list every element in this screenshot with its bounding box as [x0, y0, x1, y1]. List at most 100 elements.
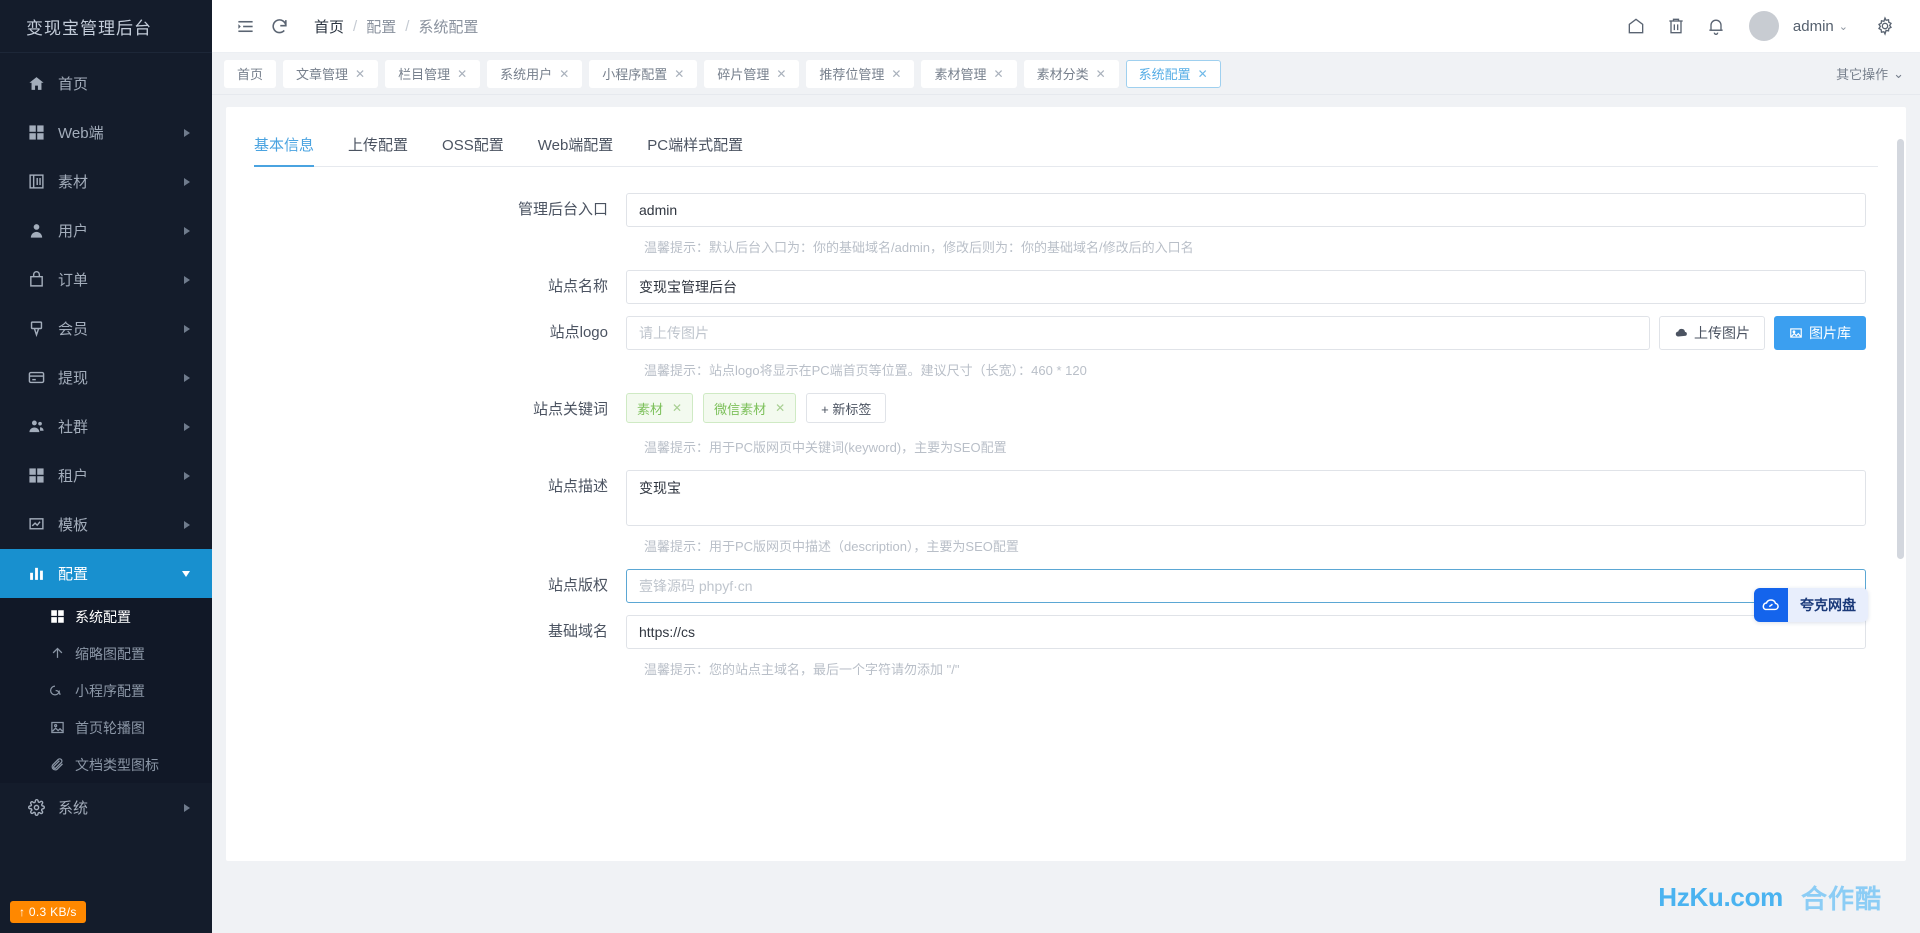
close-icon[interactable]: ✕ [674, 67, 684, 81]
tab-upload-config[interactable]: 上传配置 [348, 134, 408, 166]
keyword-tag[interactable]: 素材 ✕ [626, 393, 694, 423]
keyword-tag-label: 素材 [637, 401, 664, 417]
trash-icon[interactable] [1659, 9, 1693, 43]
sidebar-item-system[interactable]: 系统 [0, 783, 212, 832]
field-site-name: 站点名称 [226, 270, 1866, 304]
sidebar-item-withdraw[interactable]: 提现 [0, 353, 212, 402]
keyword-tag[interactable]: 微信素材 ✕ [703, 393, 797, 423]
close-icon[interactable]: ✕ [891, 67, 901, 81]
tab-label: 碎片管理 [717, 67, 770, 82]
close-icon[interactable]: ✕ [355, 67, 365, 81]
site-logo-hint: 温馨提示：站点logo将显示在PC端首页等位置。建议尺寸（长宽）：460 * 1… [644, 363, 1087, 378]
close-icon[interactable]: ✕ [1096, 67, 1106, 81]
avatar[interactable] [1748, 11, 1779, 41]
close-icon[interactable]: ✕ [776, 67, 786, 81]
other-actions-menu[interactable]: 其它操作 ⌄ [1836, 64, 1904, 83]
sidebar-item-label: 系统 [58, 800, 89, 817]
tab-oss-config[interactable]: OSS配置 [442, 134, 504, 166]
tab-article-manage[interactable]: 文章管理 ✕ [283, 59, 379, 88]
tab-label: 素材管理 [934, 67, 987, 82]
basic-info-form: 管理后台入口 温馨提示：默认后台入口为：你的基础域名/admin，修改后则为：你… [226, 167, 1906, 692]
site-description-textarea[interactable] [626, 470, 1866, 526]
sidebar-subitem-thumbnail-config[interactable]: 缩略图配置 [0, 635, 212, 672]
scrollbar-thumb[interactable] [1897, 139, 1904, 559]
add-keyword-tag-button[interactable]: + 新标签 [806, 393, 887, 423]
gear-icon[interactable] [1868, 9, 1902, 43]
field-label: 站点关键词 [532, 401, 608, 418]
close-icon[interactable]: ✕ [559, 67, 569, 81]
field-site-logo: 站点logo 上传图片 图片库 [226, 316, 1866, 350]
close-icon[interactable]: ✕ [1198, 67, 1208, 81]
sidebar-item-member[interactable]: 会员 [0, 304, 212, 353]
username-label: admin [1792, 17, 1834, 35]
grid-small-icon [48, 608, 66, 626]
content-scrollbar[interactable] [1897, 109, 1904, 859]
site-logo-input[interactable] [626, 316, 1650, 350]
tab-pc-style-config[interactable]: PC端样式配置 [647, 134, 743, 166]
quark-netdisk-widget[interactable]: 夸克网盘 [1754, 588, 1868, 622]
breadcrumb-item-1[interactable]: 配置 [366, 16, 396, 37]
tab-material-category[interactable]: 素材分类 ✕ [1023, 59, 1119, 88]
tab-basic-info[interactable]: 基本信息 [254, 134, 315, 167]
upload-image-label: 上传图片 [1694, 325, 1750, 341]
tab-system-config[interactable]: 系统配置 ✕ [1125, 59, 1221, 88]
refresh-icon[interactable] [262, 9, 296, 43]
breadcrumb-item-2: 系统配置 [418, 18, 479, 36]
tab-label: 素材分类 [1036, 67, 1089, 82]
admin-entry-input[interactable] [626, 193, 1866, 227]
tab-system-user[interactable]: 系统用户 ✕ [487, 59, 583, 88]
chevron-right-icon [184, 471, 190, 480]
breadcrumb-item-0[interactable]: 首页 [314, 16, 344, 37]
bell-icon[interactable] [1699, 9, 1733, 43]
watermark-primary: HzKu.com [1658, 881, 1783, 912]
site-keywords-hint: 温馨提示：用于PC版网页中关键词(keyword)，主要为SEO配置 [644, 440, 1007, 455]
sidebar-item-material[interactable]: 素材 [0, 157, 212, 206]
sidebar-item-order[interactable]: 订单 [0, 255, 212, 304]
sidebar-subitem-system-config[interactable]: 系统配置 [0, 598, 212, 635]
tab-strip: 首页 文章管理 ✕ 栏目管理 ✕ 系统用户 ✕ 小程序配置 ✕ 碎片管理 ✕ 推… [212, 53, 1920, 95]
other-actions-label: 其它操作 [1836, 67, 1889, 82]
close-icon[interactable]: ✕ [457, 67, 467, 81]
sidebar-item-user[interactable]: 用户 [0, 206, 212, 255]
close-icon[interactable]: ✕ [994, 67, 1004, 81]
sidebar-subitem-miniapp-config[interactable]: 小程序配置 [0, 672, 212, 709]
tab-miniapp-config[interactable]: 小程序配置 ✕ [589, 59, 698, 88]
sidebar-item-web[interactable]: Web端 [0, 108, 212, 157]
tab-material-manage[interactable]: 素材管理 ✕ [921, 59, 1017, 88]
image-icon [1789, 326, 1803, 340]
sidebar-item-community[interactable]: 社群 [0, 402, 212, 451]
tab-column-manage[interactable]: 栏目管理 ✕ [385, 59, 481, 88]
sidebar-item-config[interactable]: 配置 [0, 549, 212, 598]
site-copyright-input[interactable] [626, 569, 1866, 603]
sidebar-subitem-doc-type-icon[interactable]: 文档类型图标 [0, 746, 212, 783]
sidebar-item-label: 租户 [58, 468, 89, 485]
base-domain-input[interactable] [626, 615, 1866, 649]
close-icon[interactable]: ✕ [775, 401, 785, 415]
sidebar-item-tenant[interactable]: 租户 [0, 451, 212, 500]
tab-home[interactable]: 首页 [224, 59, 277, 88]
tab-label: 文章管理 [296, 67, 349, 82]
chevron-right-icon [184, 520, 190, 529]
home-icon[interactable] [1619, 9, 1653, 43]
tab-fragment-manage[interactable]: 碎片管理 ✕ [704, 59, 800, 88]
close-icon[interactable]: ✕ [672, 401, 682, 415]
user-menu[interactable]: admin ⌄ [1793, 18, 1848, 35]
grid-icon [26, 466, 46, 486]
tab-web-config[interactable]: Web端配置 [538, 134, 614, 166]
collapse-menu-icon[interactable] [228, 9, 262, 43]
grid-icon [26, 123, 46, 143]
topbar: 首页 / 配置 / 系统配置 admin ⌄ [212, 0, 1920, 53]
users-icon [26, 417, 46, 437]
image-library-button[interactable]: 图片库 [1774, 316, 1866, 350]
cloud-upload-icon [1674, 326, 1688, 340]
sidebar-item-home[interactable]: 首页 [0, 59, 212, 108]
tab-recommend-manage[interactable]: 推荐位管理 ✕ [806, 59, 915, 88]
footer-watermark: HzKu.com 合作酷 [212, 861, 1920, 933]
sidebar-item-template[interactable]: 模板 [0, 500, 212, 549]
site-name-input[interactable] [626, 270, 1866, 304]
sidebar-subitem-home-carousel[interactable]: 首页轮播图 [0, 709, 212, 746]
sidebar-nav: 首页 Web端 素材 用户 订单 会员 提现 社群 租户 模板 配置 系统配置 … [0, 53, 212, 933]
upload-image-button[interactable]: 上传图片 [1659, 316, 1765, 350]
tab-label: PC端样式配置 [647, 137, 744, 154]
app-root: 变现宝管理后台 首页 Web端 素材 用户 订单 会员 提现 社群 租户 模板 … [0, 0, 1920, 933]
